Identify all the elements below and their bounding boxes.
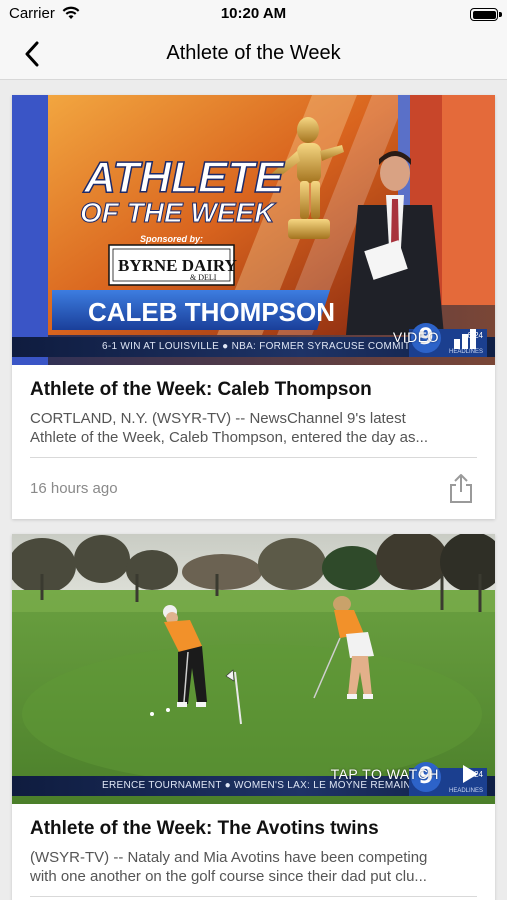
article-timestamp: 16 hours ago	[30, 480, 118, 497]
graphic-title-1: ATHLETE	[83, 153, 285, 202]
video-label: VIDEO	[392, 329, 439, 345]
play-icon[interactable]	[457, 762, 481, 786]
video-thumbnail[interactable]: ERENCE TOURNAMENT ● WOMEN'S LAX: LE MOYN…	[12, 534, 495, 804]
bug-label: HEADLINES	[448, 349, 483, 355]
article-title[interactable]: Athlete of the Week: Caleb Thompson	[30, 379, 477, 401]
snippet-line: with one another on the golf course sinc…	[30, 868, 427, 885]
page-title: Athlete of the Week	[166, 42, 341, 64]
lower-third-name: CALEB THOMPSON	[88, 297, 335, 327]
article-title[interactable]: Athlete of the Week: The Avotins twins	[30, 818, 477, 840]
sponsor-label: Sponsored by:	[140, 234, 203, 244]
battery-icon	[470, 8, 498, 21]
divider	[30, 896, 477, 897]
bug-label: HEADLINES	[448, 788, 483, 794]
snippet-line: Athlete of the Week, Caleb Thompson, ent…	[30, 429, 429, 446]
status-time: 10:20 AM	[220, 5, 287, 22]
sponsor-sub: & DELI	[190, 273, 217, 282]
card-footer: 16 hours ago	[30, 458, 477, 518]
share-icon	[450, 474, 472, 503]
bar-chart-icon	[454, 329, 476, 349]
article-card[interactable]: ATHLETE OF THE WEEK Sponsored by: BYRNE …	[12, 95, 495, 519]
share-button[interactable]	[447, 472, 475, 504]
article-card[interactable]: ERENCE TOURNAMENT ● WOMEN'S LAX: LE MOYN…	[12, 534, 495, 900]
tap-to-watch-label[interactable]: TAP TO WATCH	[331, 766, 439, 782]
article-feed[interactable]: ATHLETE OF THE WEEK Sponsored by: BYRNE …	[0, 81, 507, 900]
article-snippet: (WSYR-TV) -- Nataly and Mia Avotins have…	[30, 848, 477, 886]
video-thumbnail[interactable]: ATHLETE OF THE WEEK Sponsored by: BYRNE …	[12, 95, 495, 365]
article-snippet: CORTLAND, N.Y. (WSYR-TV) -- NewsChannel …	[30, 409, 477, 447]
sponsor-name: BYRNE DAIRY	[118, 256, 237, 275]
snippet-line: (WSYR-TV) -- Nataly and Mia Avotins have…	[30, 849, 428, 866]
status-bar: Carrier 10:20 AM	[0, 0, 507, 28]
graphic-title-2: OF THE WEEK	[80, 197, 276, 228]
snippet-line: CORTLAND, N.Y. (WSYR-TV) -- NewsChannel …	[30, 410, 406, 427]
battery-tip	[499, 12, 502, 17]
navigation-bar: Athlete of the Week	[0, 28, 507, 80]
